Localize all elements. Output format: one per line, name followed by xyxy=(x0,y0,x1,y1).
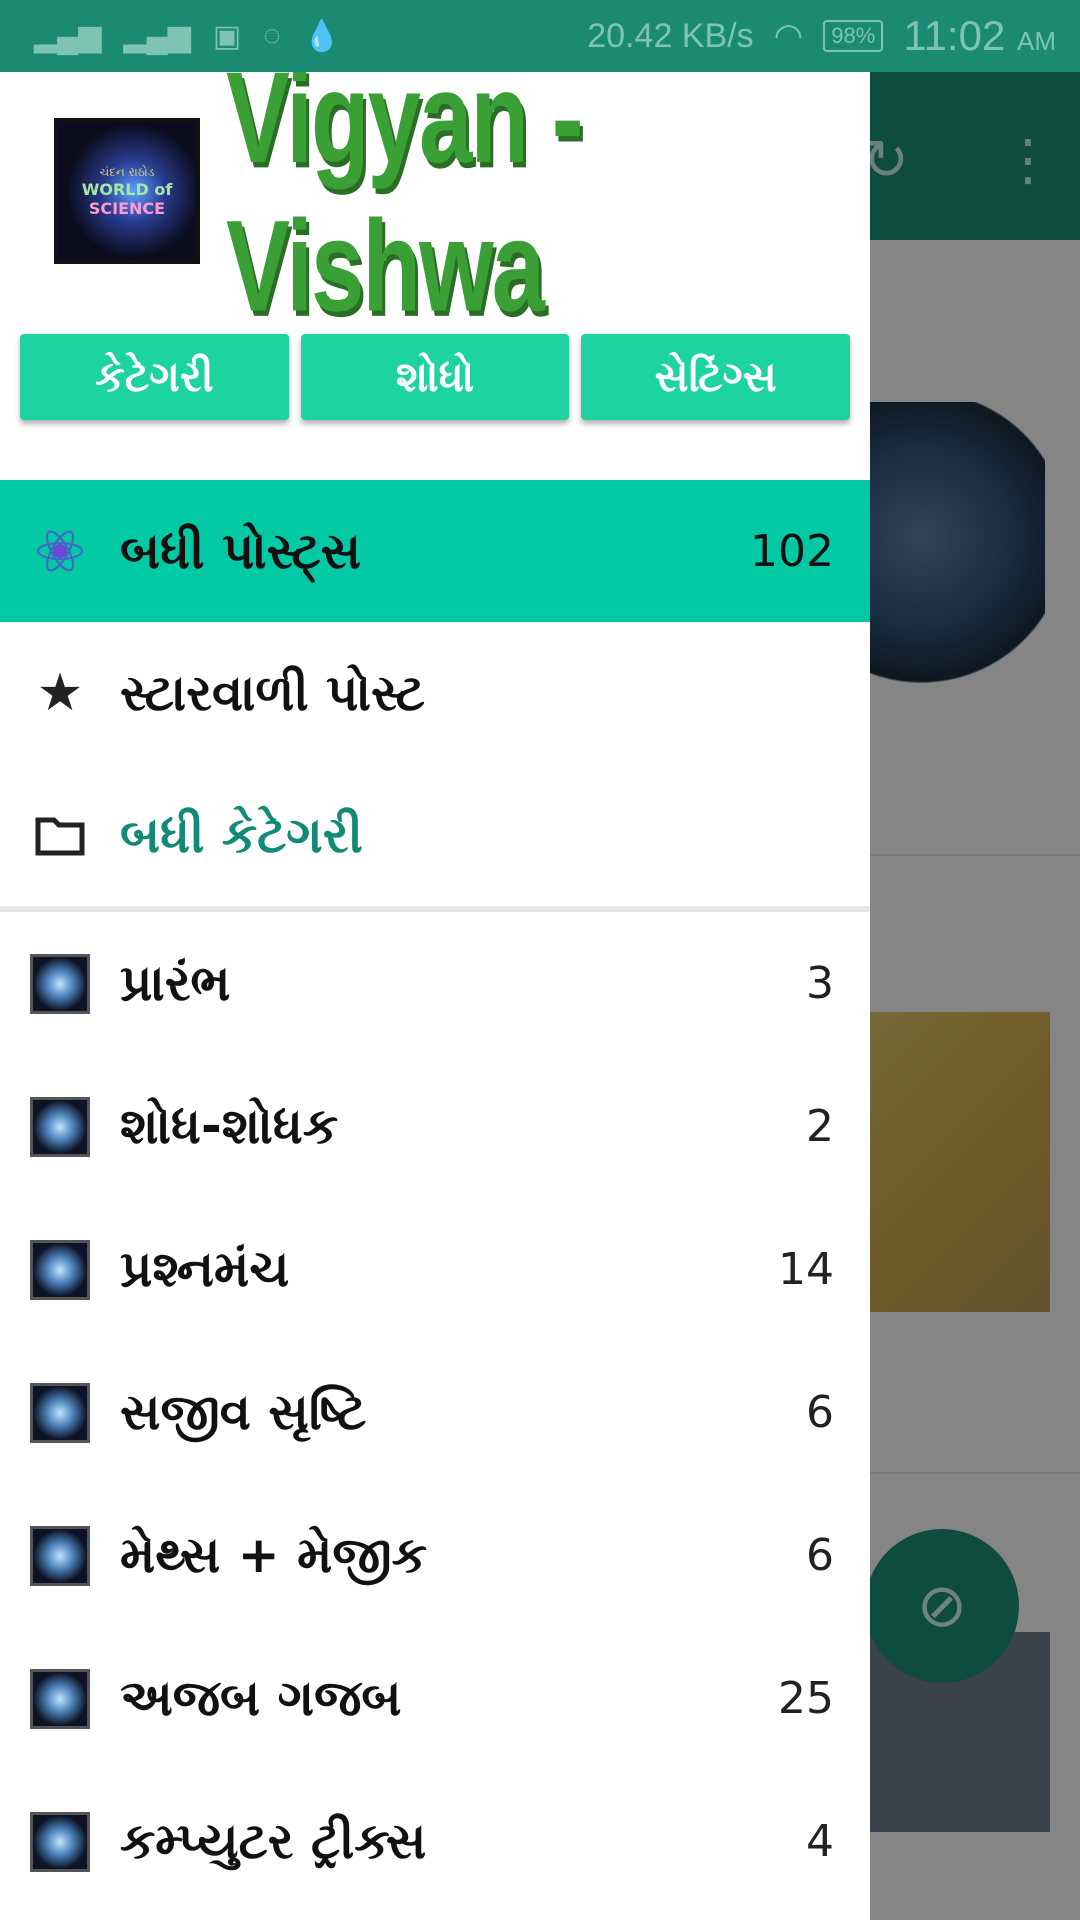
category-label: કમ્પ્યુટર ટ્રીક્સ xyxy=(120,1812,427,1870)
category-list: પ્રારંભ 3 શોધ-શોધક 2 પ્રશ્નમંચ 14 સજીવ સ… xyxy=(0,912,870,1913)
status-bar: ▂▄▆ ▂▄▆ ▣ ◌ 💧 20.42 KB/s ◠ 98% 11:02 AM xyxy=(0,0,1080,72)
chat-icon: ◌ xyxy=(263,19,281,52)
category-label: મેથ્સ + મેજીક xyxy=(120,1526,428,1584)
category-thumbnail-icon xyxy=(30,953,90,1014)
category-item[interactable]: સજીવ સૃષ્ટિ 6 xyxy=(0,1341,870,1484)
battery-indicator: 98% xyxy=(823,20,884,52)
category-label: સજીવ સૃષ્ટિ xyxy=(120,1383,367,1441)
category-count: 6 xyxy=(806,1530,834,1581)
folder-icon xyxy=(30,805,90,865)
menu-item-all-posts[interactable]: બધી પોસ્ટ્સ 102 xyxy=(0,480,870,622)
category-thumbnail-icon xyxy=(30,1096,90,1157)
category-label: પ્રશ્નમંચ xyxy=(120,1240,290,1298)
wifi-icon: ◠ xyxy=(773,17,804,55)
category-count: 4 xyxy=(806,1816,834,1867)
category-count: 3 xyxy=(806,958,834,1009)
tab-categories[interactable]: કેટેગરી xyxy=(20,334,289,420)
app-title: Vigyan - Vishwa xyxy=(226,72,584,339)
post-count: 102 xyxy=(750,525,834,577)
category-label: પ્રારંભ xyxy=(120,954,231,1012)
category-item[interactable]: શોધ-શોધક 2 xyxy=(0,1055,870,1198)
category-item[interactable]: કમ્પ્યુટર ટ્રીક્સ 4 xyxy=(0,1770,870,1913)
category-label: શોધ-શોધક xyxy=(120,1097,339,1155)
menu-item-label: બધી કેટેગરી xyxy=(120,805,363,864)
category-thumbnail-icon xyxy=(30,1668,90,1729)
network-speed: 20.42 KB/s xyxy=(587,16,754,55)
drawer-menu: બધી પોસ્ટ્સ 102 ★ સ્ટારવાળી પોસ્ટ બધી કે… xyxy=(0,480,870,1913)
category-thumbnail-icon xyxy=(30,1239,90,1300)
atom-icon xyxy=(30,521,90,581)
menu-item-starred[interactable]: ★ સ્ટારવાળી પોસ્ટ xyxy=(0,622,870,764)
category-count: 25 xyxy=(778,1673,834,1724)
menu-item-all-categories[interactable]: બધી કેટેગરી xyxy=(0,764,870,906)
category-item[interactable]: અજબ ગજબ 25 xyxy=(0,1627,870,1770)
category-item[interactable]: પ્રશ્નમંચ 14 xyxy=(0,1198,870,1341)
tab-settings[interactable]: સેટિંગ્સ xyxy=(581,334,851,420)
category-thumbnail-icon xyxy=(30,1382,90,1443)
category-thumbnail-icon xyxy=(30,1525,90,1586)
menu-item-label: સ્ટારવાળી પોસ્ટ xyxy=(120,663,425,722)
category-count: 14 xyxy=(778,1244,834,1295)
app-logo: ચંદન રાઠોડ WORLD of SCIENCE xyxy=(54,118,200,264)
drawer-tabs: કેટેગરી શોધો સેટિંગ્સ xyxy=(20,334,851,420)
navigation-drawer: ચંદન રાઠોડ WORLD of SCIENCE Vigyan - Vis… xyxy=(0,72,870,1920)
tab-search[interactable]: શોધો xyxy=(300,334,570,420)
status-icons-left: ▂▄▆ ▂▄▆ ▣ ◌ 💧 xyxy=(0,19,340,54)
category-count: 2 xyxy=(806,1101,834,1152)
drop-icon: 💧 xyxy=(303,19,341,53)
status-icons-right: 20.42 KB/s ◠ 98% 11:02 AM xyxy=(587,12,1080,60)
category-item[interactable]: મેથ્સ + મેજીક 6 xyxy=(0,1484,870,1627)
category-label: અજબ ગજબ xyxy=(120,1669,402,1727)
category-thumbnail-icon xyxy=(30,1811,90,1872)
signal-icon: ▂▄▆ xyxy=(123,19,191,53)
menu-item-label: બધી પોસ્ટ્સ xyxy=(120,521,362,580)
category-count: 6 xyxy=(806,1387,834,1438)
signal-icon: ▂▄▆ xyxy=(34,19,102,53)
star-icon: ★ xyxy=(36,663,84,723)
clock: 11:02 AM xyxy=(903,12,1056,59)
image-icon: ▣ xyxy=(212,19,242,53)
category-item[interactable]: પ્રારંભ 3 xyxy=(0,912,870,1055)
